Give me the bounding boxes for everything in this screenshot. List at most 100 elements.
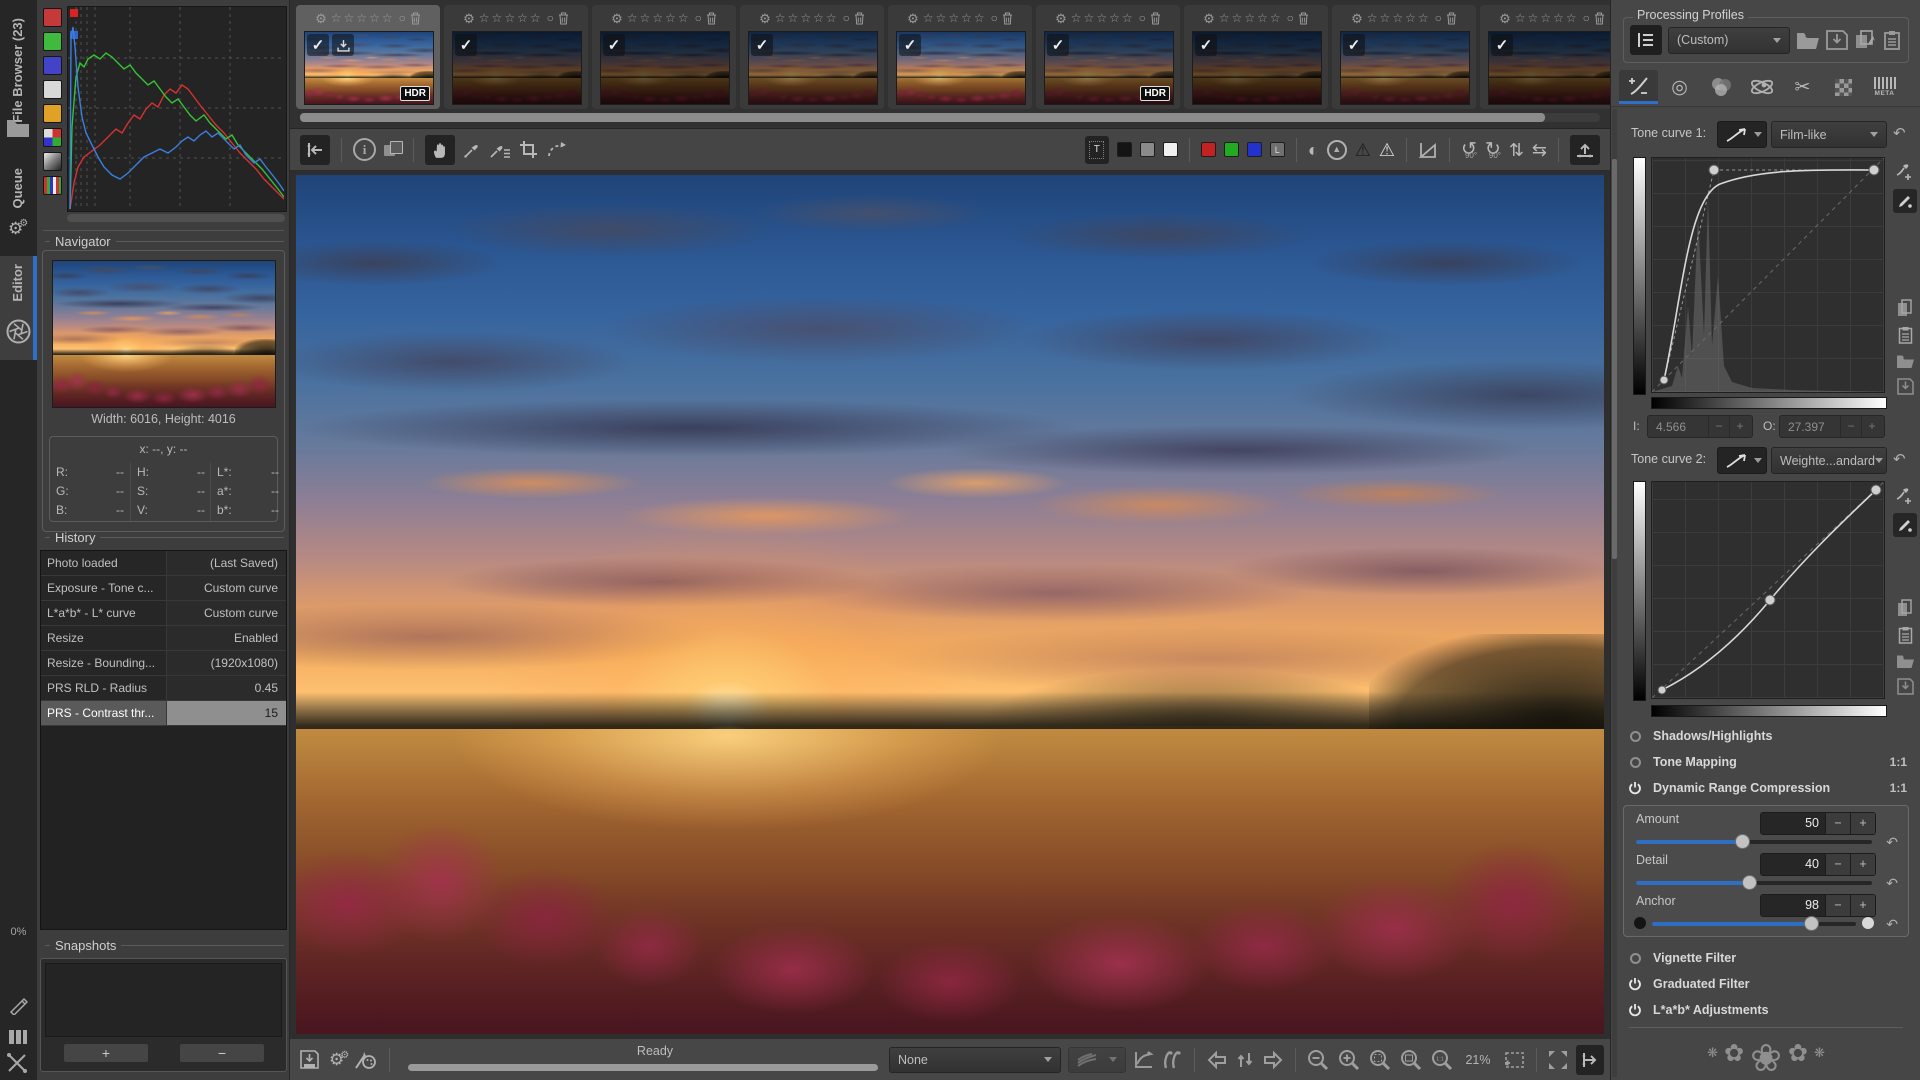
filmstrip-item[interactable]: ⚙ ☆☆☆☆☆ ○ ✓ [592, 5, 736, 109]
fullscreen-button[interactable] [1547, 1049, 1569, 1071]
slider-value[interactable]: 40 [1761, 854, 1825, 875]
snapshots-list[interactable] [45, 963, 282, 1037]
rotate-right-90-button[interactable]: ↻ 90° [1485, 140, 1501, 160]
tools-icon[interactable] [6, 1052, 28, 1074]
crop-button[interactable] [519, 140, 538, 159]
filmstrip-item[interactable]: ⚙ ☆☆☆☆☆ ○ ✓ [1184, 5, 1328, 109]
flip-vertical-button[interactable]: ⇅ [1509, 141, 1524, 159]
decrement-button[interactable]: − [1825, 813, 1850, 834]
bg-white-button[interactable] [1162, 142, 1178, 157]
trash-icon[interactable] [1150, 12, 1161, 25]
curve-1-load-icon[interactable] [1896, 353, 1915, 369]
hide-right-panel-button[interactable] [1576, 1044, 1604, 1075]
apply-profile-gear-icon[interactable]: ⚙ [611, 12, 623, 25]
tone-curve-1-editor[interactable] [1651, 157, 1885, 393]
star-rating[interactable]: ☆☆☆☆☆ [1071, 11, 1135, 25]
trash-icon[interactable] [558, 12, 569, 25]
apply-profile-gear-icon[interactable]: ⚙ [315, 12, 327, 25]
slider-knob[interactable] [1742, 875, 1758, 890]
tab-file-browser[interactable]: File Browser (23) [10, 18, 25, 123]
before-after-button[interactable] [384, 140, 403, 159]
unrank-icon[interactable]: ○ [1435, 11, 1442, 25]
histogram-luma-toggle[interactable] [43, 80, 62, 99]
curve-2-edit-button[interactable] [1893, 513, 1917, 537]
channel-red-button[interactable] [1200, 142, 1216, 157]
thumbnail[interactable]: ✓ [1488, 31, 1610, 105]
apply-profile-gear-icon[interactable]: ⚙ [463, 12, 475, 25]
curve-1-copy-icon[interactable] [1897, 299, 1913, 317]
channel-green-button[interactable] [1223, 142, 1239, 157]
star-rating[interactable]: ☆☆☆☆☆ [479, 11, 543, 25]
filmstrip-item[interactable]: ⚙ ☆☆☆☆☆ ○ ✓ [740, 5, 884, 109]
tool-panel-scrollbar[interactable] [1612, 109, 1617, 1077]
copy-profile-button[interactable] [1854, 30, 1876, 50]
unrank-icon[interactable]: ○ [1139, 11, 1146, 25]
star-rating[interactable]: ☆☆☆☆☆ [1219, 11, 1283, 25]
histogram-mode-toggle[interactable] [43, 128, 62, 147]
curve-type-2-button[interactable] [1717, 447, 1767, 474]
curve-2-save-icon[interactable] [1896, 678, 1914, 695]
thumbnail[interactable]: ✓ [1192, 31, 1322, 105]
slider-track[interactable] [1652, 916, 1856, 931]
profile-select[interactable]: (Custom) [1668, 26, 1790, 54]
increment-button[interactable]: + [1850, 854, 1875, 875]
power-on-icon[interactable] [1625, 977, 1645, 991]
slider-track[interactable] [1636, 834, 1872, 849]
filmstrip-item[interactable]: ⚙ ☆☆☆☆☆ ○ ✓ [1332, 5, 1476, 109]
thumbnail[interactable]: ✓ [1340, 31, 1470, 105]
hide-top-panel-button[interactable] [1570, 134, 1600, 165]
unrank-icon[interactable]: ○ [399, 11, 406, 25]
increment-button[interactable]: + [1850, 813, 1875, 834]
info-button[interactable]: i [353, 138, 376, 161]
curve-1-edit-button[interactable] [1893, 189, 1917, 213]
bg-black-button[interactable] [1116, 142, 1132, 157]
previous-image-button[interactable] [1205, 1050, 1229, 1070]
decrement-button[interactable]: − [1825, 895, 1850, 916]
star-rating[interactable]: ☆☆☆☆☆ [331, 11, 395, 25]
power-on-icon[interactable] [1625, 1003, 1645, 1017]
sync-filmstrip-button[interactable] [1236, 1050, 1254, 1070]
zoom-fit-crop-button[interactable] [1399, 1048, 1423, 1072]
power-off-icon[interactable] [1625, 756, 1645, 768]
tab-queue[interactable]: Queue [10, 168, 25, 208]
unrank-icon[interactable]: ○ [991, 11, 998, 25]
zoom-fit-button[interactable] [1368, 1048, 1392, 1072]
curve-2-picker-icon[interactable] [1895, 485, 1915, 505]
save-profile-button[interactable] [1826, 30, 1848, 50]
slider-value[interactable]: 98 [1761, 895, 1825, 916]
trash-icon[interactable] [706, 12, 717, 25]
paste-profile-button[interactable] [1882, 30, 1902, 50]
reset-curve-1-icon[interactable]: ↶ [1893, 124, 1906, 142]
tool-section-header[interactable]: Graduated Filter [1625, 971, 1907, 997]
tab-advanced[interactable] [1742, 70, 1781, 104]
on-preview-adjust-button[interactable] [1162, 1050, 1184, 1070]
filmstrip-item[interactable]: ⚙ ☆☆☆☆☆ ○ ✓ [888, 5, 1032, 109]
main-image[interactable] [296, 175, 1604, 1034]
hide-left-panel-button[interactable] [300, 134, 330, 165]
save-image-button[interactable] [300, 1050, 319, 1069]
histogram-green-toggle[interactable] [43, 32, 62, 51]
trash-icon[interactable] [1594, 12, 1605, 25]
apply-profile-gear-icon[interactable]: ⚙ [1351, 12, 1363, 25]
history-row[interactable]: Resize Enabled [41, 626, 286, 651]
slider-knob[interactable] [1735, 834, 1751, 849]
thumbnail[interactable]: ✓ HDR [304, 31, 434, 105]
rotate-left-90-button[interactable]: ↺ 90° [1461, 140, 1477, 160]
star-rating[interactable]: ☆☆☆☆☆ [1515, 11, 1579, 25]
tool-section-header[interactable]: Dynamic Range Compression 1:1 [1625, 775, 1907, 801]
slider-value-spinner[interactable]: 50− + [1760, 812, 1876, 835]
curve-2-copy-icon[interactable] [1897, 599, 1913, 617]
remove-snapshot-button[interactable]: − [179, 1043, 265, 1063]
histogram-gradient-toggle[interactable] [43, 152, 62, 171]
shadow-clip-warning-icon[interactable]: ⚠ [1355, 141, 1371, 159]
tone-curve-2-editor[interactable] [1651, 481, 1885, 699]
curve-1-picker-icon[interactable] [1895, 161, 1915, 181]
tab-exposure[interactable] [1619, 70, 1658, 104]
tab-transform[interactable]: ✂ [1783, 70, 1822, 104]
fill-mode-button[interactable] [1630, 25, 1662, 55]
color-picker-button[interactable] [463, 140, 482, 159]
thumbnail[interactable]: ✓ [896, 31, 1026, 105]
gamut-check-icon[interactable]: ▲ [1326, 139, 1347, 160]
filmstrip-item[interactable]: ⚙ ☆☆☆☆☆ ○ ✓ [1480, 5, 1610, 109]
channel-blue-button[interactable] [1246, 142, 1262, 157]
